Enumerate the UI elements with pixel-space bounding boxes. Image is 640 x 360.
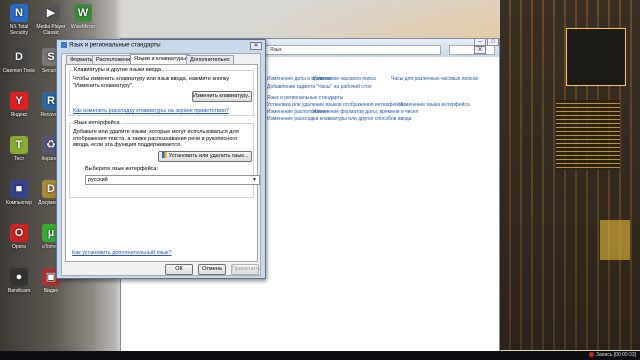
desktop-icon-glyph: ● [10,268,28,286]
display-language-group-label: Язык интерфейса [73,120,121,126]
desktop-icon[interactable]: W WiseMirror [66,4,100,30]
desktop-icon-label: WiseMirror [70,24,96,30]
cancel-button[interactable]: Отмена [198,264,226,275]
dialog-title: Язык и региональные стандарты [61,42,161,51]
desktop-icon-label: NX Total Security [9,24,29,36]
wallpaper-neon-sign [566,28,626,86]
wallpaper-ticker-board [556,100,620,170]
desktop-icon-label: Тест [13,156,25,162]
keyboards-group: Клавиатуры и другие языки ввода Чтобы из… [69,67,254,116]
desktop-icon-label: Media Player Classic [36,24,66,36]
taskbar: Запись [00:00:33] [0,351,640,360]
desktop-icon[interactable]: ■ Компьютер [2,180,36,206]
desktop-icon-label: Daemon Tools [3,68,35,74]
cp-link-clock-gadget[interactable]: Добавление гаджета "Часы" на рабочий сто… [267,84,372,90]
desktop-icon-label: Видео [43,288,59,294]
keyboards-languages-panel: Клавиатуры и другие языки ввода Чтобы из… [65,64,260,262]
desktop-icon[interactable]: Y Яндекс [2,92,36,118]
desktop-icon-glyph: D [10,48,28,66]
record-icon [588,352,594,357]
desktop-icon-label: Bandicam [7,288,31,294]
system-tray: Запись [00:00:33] [588,351,636,360]
desktop-icon[interactable]: N NX Total Security [2,4,36,36]
desktop-icon[interactable]: D Daemon Tools [2,48,36,74]
install-uninstall-languages-label: Установить или удалить язык... [168,153,249,159]
cp-link-timezone[interactable]: Изменение часового пояса [313,76,376,82]
maximize-icon[interactable]: □ [487,38,499,46]
control-panel-window-buttons: – □✕ [473,38,499,54]
tab-keyboards-languages[interactable]: Языки и клавиатуры [130,54,191,64]
display-language-description: Добавьте или удалите языки, которые могу… [73,129,239,148]
cp-link-install-display-language[interactable]: Установка или удаление языков отображени… [267,102,403,108]
change-keyboards-button[interactable]: Изменить клавиатуру... [192,91,252,102]
dialog-body: Форматы Расположение Языки и клавиатуры … [61,53,261,276]
desktop-icon[interactable]: ▶ Media Player Classic [34,4,68,36]
cp-link-world-clocks[interactable]: Часы для различных часовых поясов [391,76,478,82]
desktop-icon-glyph: T [10,136,28,154]
globe-icon [61,42,67,48]
region-language-dialog: Язык и региональные стандарты ✕ Форматы … [56,39,266,279]
keyboards-description: Чтобы изменить клавиатуру или язык ввода… [73,76,230,89]
desktop-icon[interactable]: ● Bandicam [2,268,36,294]
display-language-value: русский [88,177,108,183]
apply-button[interactable]: Применить [231,264,260,275]
dialog-close-button[interactable]: ✕ [250,42,262,50]
desktop-icon[interactable]: T Тест [2,136,36,162]
wallpaper-taxi [600,220,630,260]
desktop-icon[interactable]: O Opera [2,224,36,250]
desktop-icon-glyph: Y [10,92,28,110]
desktop-icon-label: Opera [12,244,26,250]
tab-administrative[interactable]: Дополнительно [186,55,234,64]
cp-link-change-formats[interactable]: Изменение форматов даты, времени и чисел [313,109,418,115]
cp-link-region-language[interactable]: Язык и региональные стандарты [267,95,343,101]
cp-link-change-display-language[interactable]: Изменение языка интерфейса [399,102,470,108]
display-language-select[interactable]: русский ▼ [85,175,260,185]
desktop-icon-glyph: O [10,224,28,242]
display-language-group: Язык интерфейса Добавьте или удалите язы… [69,120,260,198]
desktop-icon-glyph: N [10,4,28,22]
choose-display-language-label: Выберите язык интерфейса: [85,166,159,172]
chevron-down-icon[interactable]: ▼ [251,176,258,184]
minimize-icon[interactable]: – [474,38,486,46]
control-panel-address-bar[interactable]: Язык [261,45,441,55]
desktop-icon-label: Яндекс [10,112,28,118]
desktop-icon-glyph: ■ [10,180,28,198]
recording-status[interactable]: Запись [00:00:33] [596,352,636,358]
desktop-icon-glyph: ▶ [42,4,60,22]
cp-link-change-keyboard[interactable]: Изменение раскладки клавиатуры или други… [267,116,411,122]
ok-button[interactable]: ОК [165,264,193,275]
install-additional-language-link[interactable]: Как установить дополнительный язык? [72,250,172,256]
desktop-icon-label: Компьютер [6,200,32,206]
install-uninstall-languages-button[interactable]: Установить или удалить язык... [158,151,252,162]
close-icon[interactable]: ✕ [474,46,486,54]
uac-shield-icon [161,152,167,158]
keyboards-group-label: Клавиатуры и другие языки ввода [73,67,162,73]
desktop-icon-glyph: W [74,4,92,22]
welcome-screen-keyboard-link[interactable]: Как изменить раскладку клавиатуры на экр… [73,108,229,114]
dialog-title-text: Язык и региональные стандарты [69,42,161,49]
